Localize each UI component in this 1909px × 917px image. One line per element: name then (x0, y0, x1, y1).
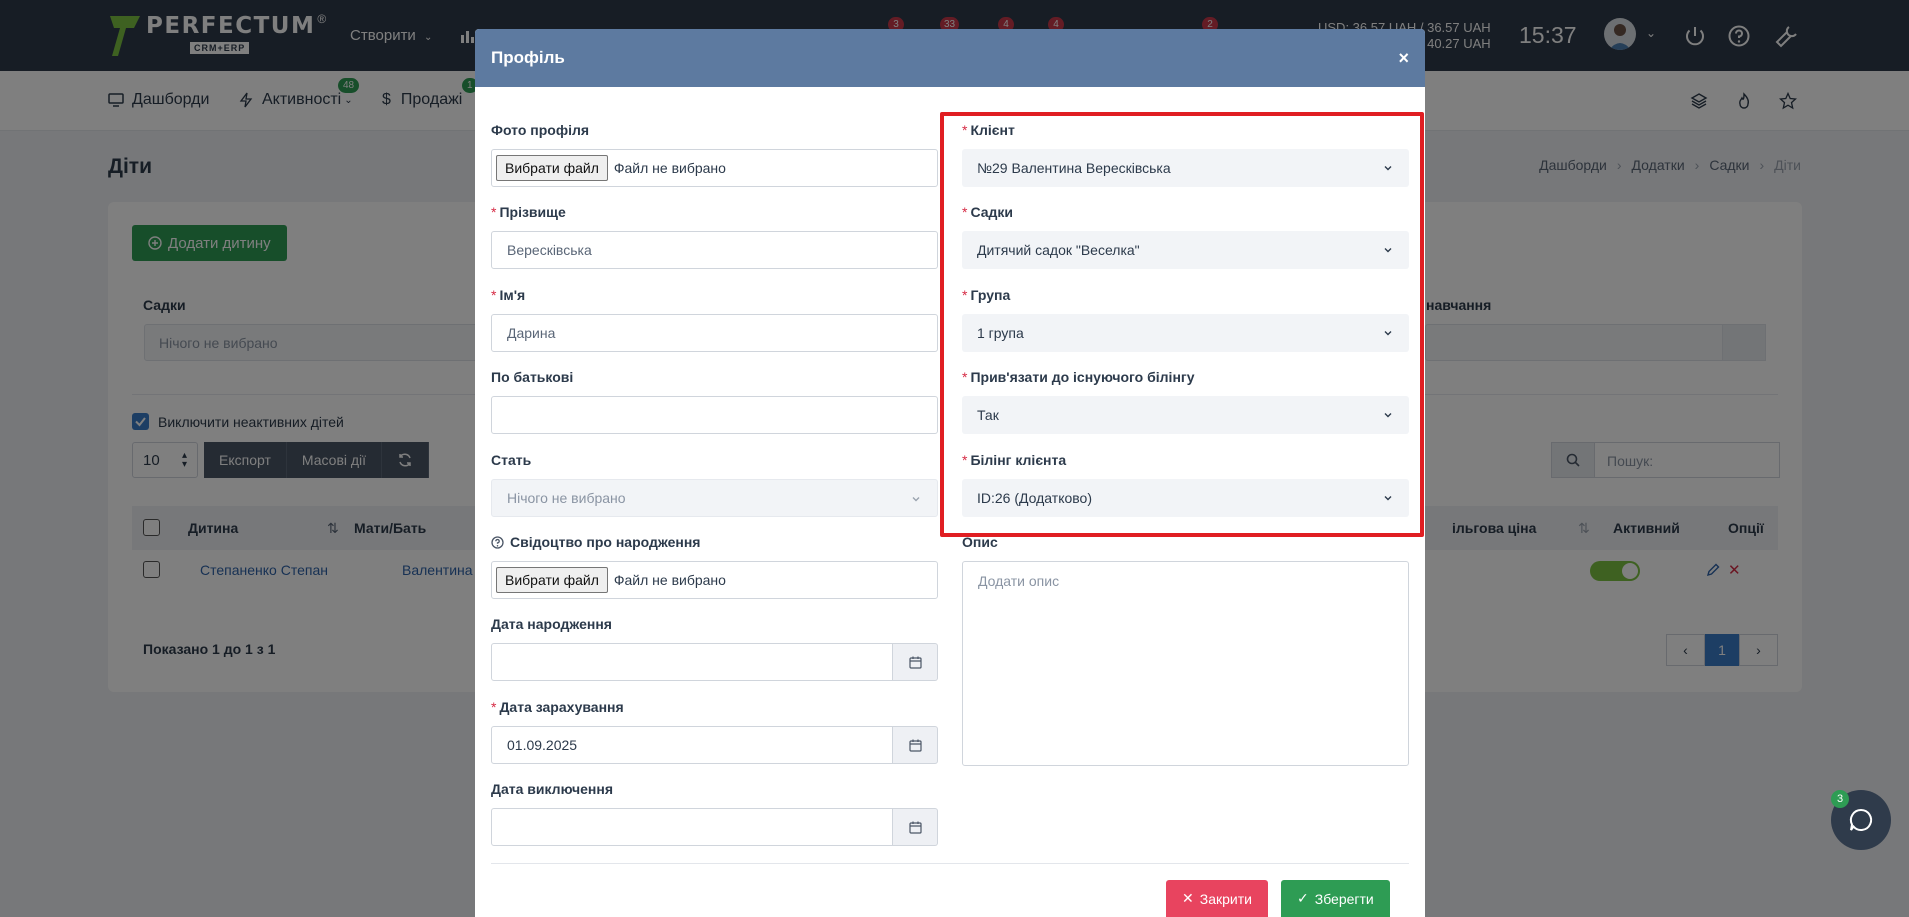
close-button[interactable]: ✕ Закрити (1166, 880, 1268, 917)
gender-select[interactable]: Нічого не вибрано (491, 479, 938, 517)
check-icon: ✓ (1297, 890, 1309, 906)
choose-file-button[interactable]: Вибрати файл (496, 567, 608, 593)
save-button-label: Зберегти (1314, 890, 1374, 907)
modal-divider (491, 863, 1409, 864)
surname-input[interactable]: Вересківська (491, 231, 938, 269)
modal-close-icon[interactable]: × (1398, 48, 1409, 69)
certificate-file-input[interactable]: Вибрати файл Файл не вибрано (491, 561, 938, 599)
chat-bubble-icon (1849, 808, 1873, 831)
chat-badge: 3 (1831, 790, 1849, 808)
exclude-date-input[interactable] (491, 808, 893, 846)
save-button[interactable]: ✓ Зберегти (1281, 880, 1390, 917)
calendar-icon (908, 821, 922, 834)
close-button-label: Закрити (1199, 890, 1252, 907)
file-status: Файл не вибрано (613, 160, 726, 176)
calendar-icon (908, 656, 922, 669)
certificate-label: Свідоцтво про народження (491, 534, 700, 550)
choose-file-button[interactable]: Вибрати файл (496, 155, 608, 181)
birth-date-calendar-button[interactable] (893, 643, 938, 681)
help-circle-icon[interactable] (491, 535, 504, 549)
chevron-down-icon (912, 497, 920, 502)
patronymic-label: По батькові (491, 369, 574, 385)
modal-header: Профіль × (475, 29, 1425, 87)
gender-label: Стать (491, 452, 532, 468)
name-input[interactable]: Дарина (491, 314, 938, 352)
close-icon: ✕ (1182, 890, 1194, 906)
birth-date-input[interactable] (491, 643, 893, 681)
birth-date-label: Дата народження (491, 616, 612, 632)
file-status: Файл не вибрано (613, 572, 726, 588)
exclude-date-calendar-button[interactable] (893, 808, 938, 846)
enroll-date-input[interactable]: 01.09.2025 (491, 726, 893, 764)
exclude-date-label: Дата виключення (491, 781, 613, 797)
gender-select-value: Нічого не вибрано (507, 490, 626, 506)
enroll-date-calendar-button[interactable] (893, 726, 938, 764)
description-textarea[interactable]: Додати опис (962, 561, 1409, 766)
modal-title: Профіль (491, 48, 565, 67)
photo-file-input[interactable]: Вибрати файл Файл не вибрано (491, 149, 938, 187)
enroll-date-label: * Дата зарахування (491, 699, 624, 715)
name-label: * Ім'я (491, 287, 526, 303)
patronymic-input[interactable] (491, 396, 938, 434)
surname-label: * Прізвище (491, 204, 566, 220)
calendar-icon (908, 739, 922, 752)
photo-label: Фото профіля (491, 122, 590, 138)
highlight-frame (940, 112, 1424, 537)
